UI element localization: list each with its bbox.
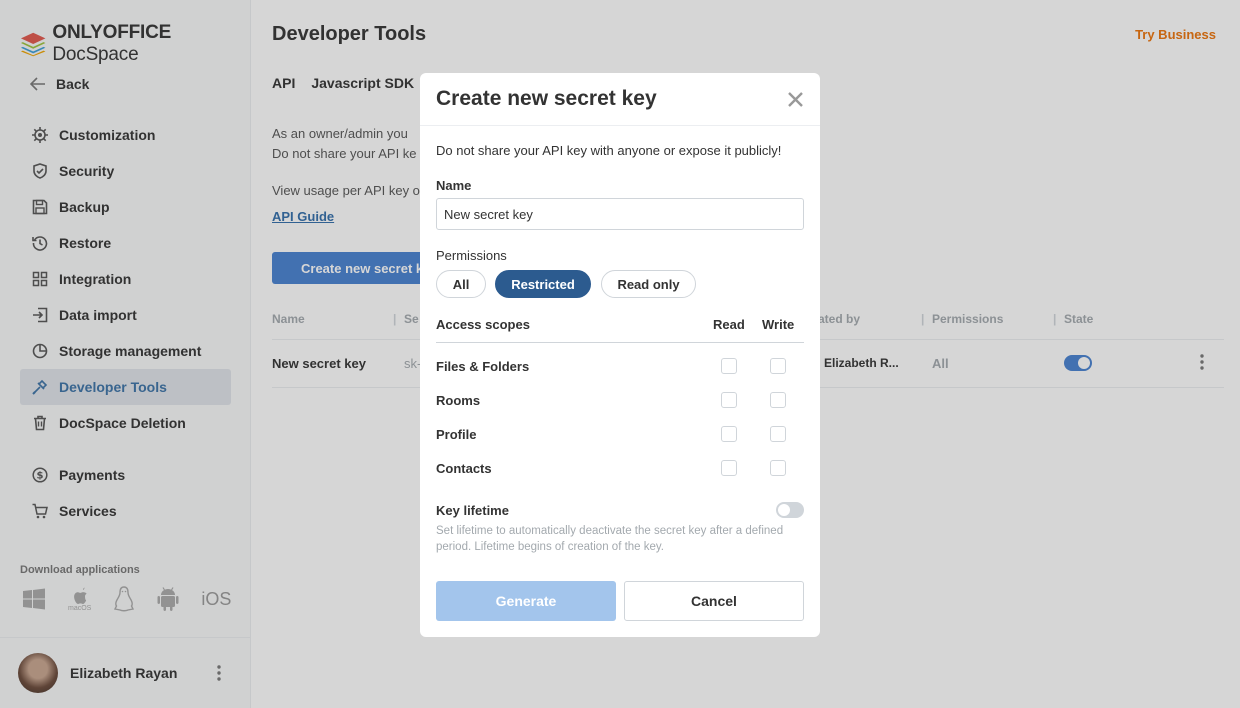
scope-row-profile: Profile bbox=[436, 425, 804, 459]
permission-restricted-button[interactable]: Restricted bbox=[495, 270, 591, 298]
key-lifetime-label: Key lifetime bbox=[436, 503, 509, 518]
generate-button[interactable]: Generate bbox=[436, 581, 616, 621]
scope-row-files-folders: Files & Folders bbox=[436, 357, 804, 391]
access-scopes-header: Access scopes Read Write bbox=[436, 313, 804, 343]
name-label: Name bbox=[436, 178, 472, 193]
write-column-label: Write bbox=[762, 317, 795, 332]
scope-label: Files & Folders bbox=[436, 359, 530, 374]
permission-read-only-button[interactable]: Read only bbox=[601, 270, 696, 298]
read-checkbox[interactable] bbox=[721, 460, 737, 476]
scope-row-contacts: Contacts bbox=[436, 459, 804, 493]
dialog-header: Create new secret key bbox=[420, 73, 820, 126]
scope-row-rooms: Rooms bbox=[436, 391, 804, 425]
permissions-label: Permissions bbox=[436, 248, 507, 263]
read-checkbox[interactable] bbox=[721, 426, 737, 442]
cancel-button[interactable]: Cancel bbox=[624, 581, 804, 621]
scope-label: Contacts bbox=[436, 461, 492, 476]
read-column-label: Read bbox=[713, 317, 745, 332]
permission-all-button[interactable]: All bbox=[436, 270, 486, 298]
write-checkbox[interactable] bbox=[770, 426, 786, 442]
key-lifetime-description: Set lifetime to automatically deactivate… bbox=[436, 525, 784, 553]
key-lifetime-toggle[interactable] bbox=[776, 502, 804, 518]
create-secret-key-dialog: Create new secret key Do not share your … bbox=[420, 73, 820, 637]
scope-label: Rooms bbox=[436, 393, 481, 408]
write-checkbox[interactable] bbox=[770, 392, 786, 408]
dialog-warning: Do not share your API key with anyone or… bbox=[436, 143, 782, 158]
dialog-title: Create new secret key bbox=[436, 87, 657, 110]
permissions-selector: All Restricted Read only bbox=[436, 270, 696, 298]
access-scopes-label: Access scopes bbox=[436, 317, 530, 332]
read-checkbox[interactable] bbox=[721, 392, 737, 408]
scope-label: Profile bbox=[436, 427, 477, 442]
write-checkbox[interactable] bbox=[770, 358, 786, 374]
write-checkbox[interactable] bbox=[770, 460, 786, 476]
read-checkbox[interactable] bbox=[721, 358, 737, 374]
key-name-input[interactable] bbox=[436, 198, 804, 230]
close-icon[interactable] bbox=[787, 91, 804, 108]
